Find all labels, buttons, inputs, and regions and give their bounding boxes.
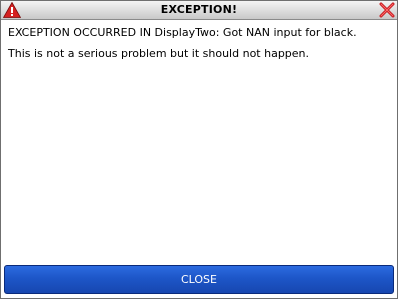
close-button[interactable]: CLOSE xyxy=(4,265,394,294)
title-bar: EXCEPTION! xyxy=(1,1,397,20)
exception-message: EXCEPTION OCCURRED IN DisplayTwo: Got NA… xyxy=(8,26,357,39)
dialog-title: EXCEPTION! xyxy=(160,3,238,16)
exception-note: This is not a serious problem but it sho… xyxy=(8,47,310,60)
exception-dialog: EXCEPTION! EXCEPTION OCCURRED IN Display… xyxy=(0,0,398,299)
close-icon[interactable] xyxy=(379,2,395,18)
